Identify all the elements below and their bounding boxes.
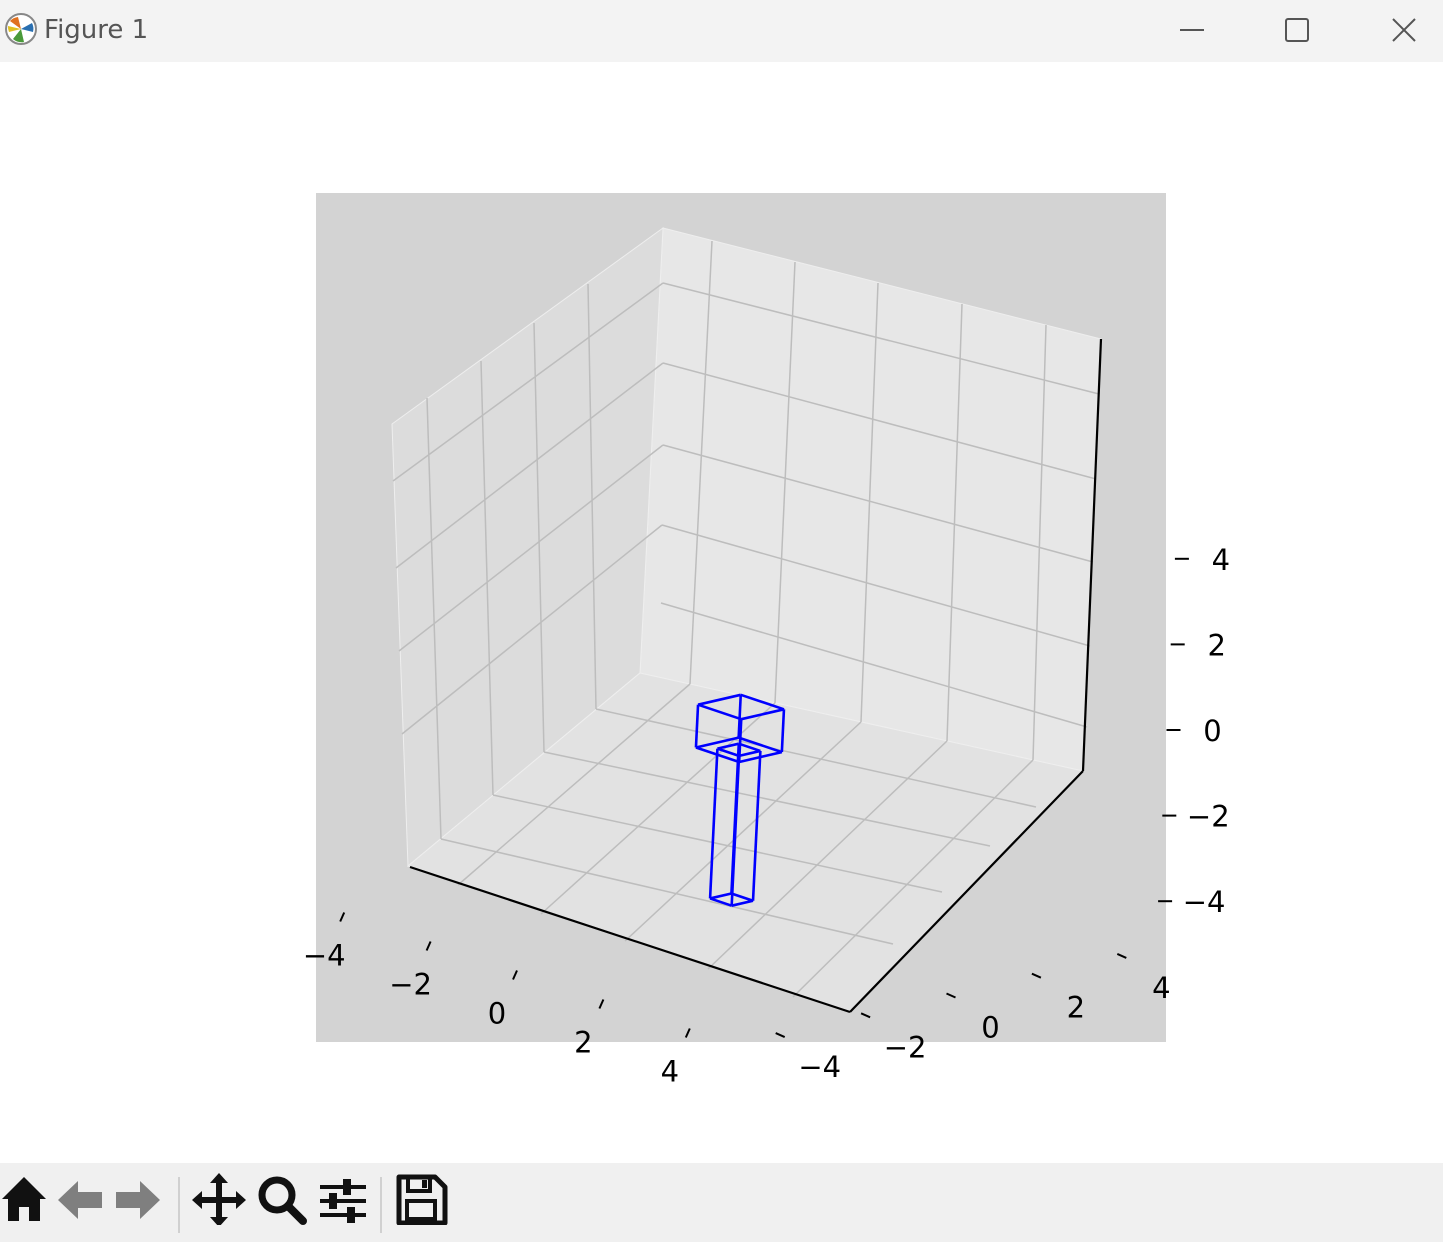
toolbar-separator [178, 1177, 180, 1233]
z-tick-label: −4 [1183, 885, 1226, 919]
y-tick-label: −2 [884, 1030, 927, 1064]
x-tick-mark [598, 999, 605, 1009]
move-icon [192, 1173, 246, 1227]
y-tick-label: 0 [981, 1011, 999, 1045]
home-button[interactable] [0, 1169, 52, 1225]
z-tick-label: 0 [1203, 714, 1221, 748]
sliders-icon [320, 1179, 366, 1223]
x-tick-label: 0 [488, 997, 506, 1031]
z-tick-label: −2 [1187, 800, 1230, 834]
magnifier-icon [258, 1176, 307, 1225]
x-tick-label: −4 [303, 939, 346, 973]
x-tick-label: 2 [574, 1026, 592, 1060]
toolbar-separator [380, 1177, 382, 1233]
x-tick-mark [339, 912, 346, 922]
configure-subplots-button[interactable] [315, 1169, 371, 1225]
z-tick-label: 2 [1207, 628, 1225, 662]
floppy-disk-icon [396, 1174, 448, 1226]
y-tick-mark [860, 1012, 871, 1019]
back-button[interactable] [52, 1169, 108, 1225]
y-tick-mark [1116, 952, 1127, 959]
save-button[interactable] [393, 1169, 449, 1226]
home-icon [2, 1177, 46, 1221]
y-tick-mark [946, 992, 956, 999]
arrow-right-icon [116, 1181, 160, 1219]
y-tick-label: 4 [1152, 971, 1170, 1005]
zoom-button[interactable] [254, 1169, 310, 1225]
x-tick-mark [425, 941, 432, 951]
3d-plot[interactable]: −4 −2 0 2 4 −4 −2 0 2 4 −4 −2 0 2 4 [0, 0, 1443, 1162]
y-tick-mark [1031, 972, 1042, 979]
z-tick-label: 4 [1212, 543, 1230, 577]
x-tick-label: 4 [661, 1055, 679, 1089]
x-tick-mark [512, 970, 518, 980]
forward-button[interactable] [110, 1169, 166, 1225]
x-tick-mark [684, 1028, 691, 1038]
x-tick-label: −2 [389, 968, 432, 1002]
y-tick-label: −4 [798, 1050, 841, 1084]
y-tick-mark [775, 1032, 786, 1039]
pan-button[interactable] [191, 1169, 247, 1227]
navigation-toolbar [0, 1163, 1443, 1242]
arrow-left-icon [58, 1181, 102, 1219]
y-tick-label: 2 [1067, 991, 1085, 1025]
